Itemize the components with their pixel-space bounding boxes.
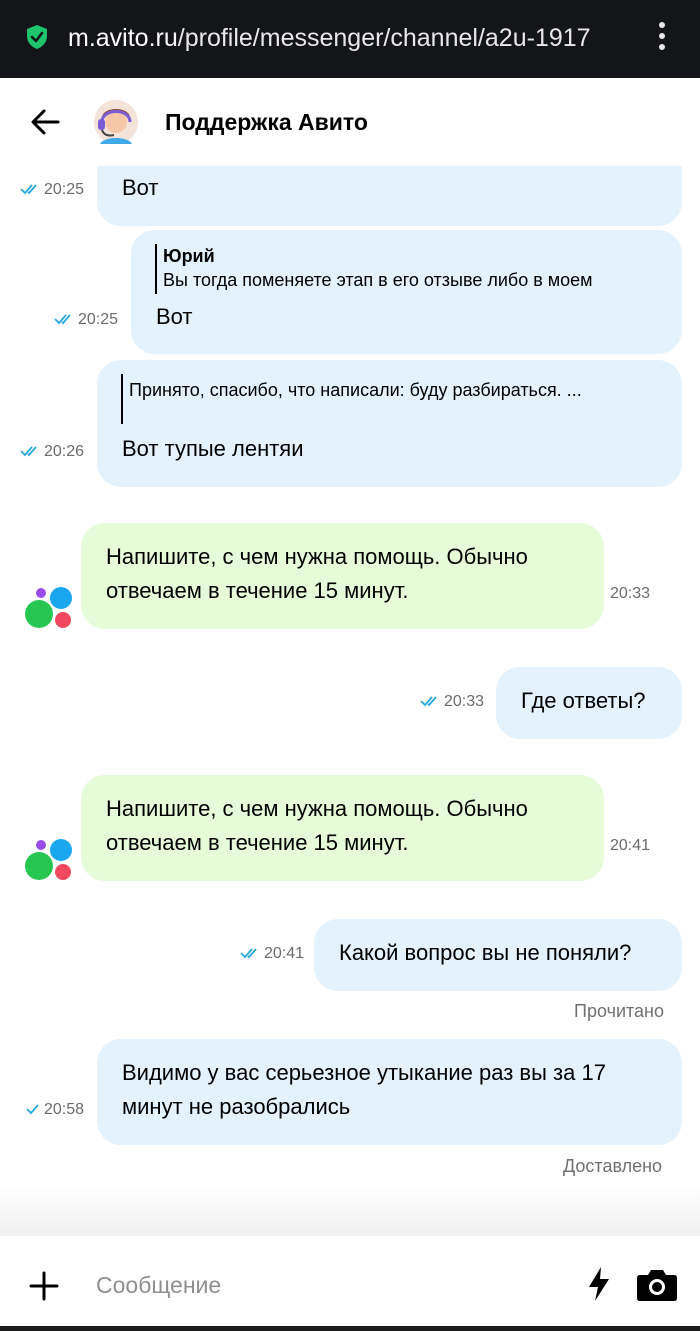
message-time: 20:58: [44, 1101, 85, 1118]
message-text-line2: отвечаем в течение 15 минут.: [106, 578, 409, 603]
composer-shadow: [0, 1186, 700, 1236]
quote-text: Вы тогда поменяете этап в его отзыве либ…: [163, 270, 593, 290]
delivery-status: Доставлено: [563, 1156, 663, 1176]
double-check-icon: [240, 948, 257, 959]
message-time: 20:26: [44, 443, 85, 460]
message-bubble[interactable]: Напишите, с чем нужна помощь. Обычно отв…: [81, 523, 604, 629]
back-arrow-icon[interactable]: [28, 106, 64, 138]
message-time: 20:25: [78, 311, 119, 328]
message-meta: 20:25: [54, 310, 118, 330]
message-text: Вот тупые лентяи: [122, 436, 304, 461]
message-meta: 20:33: [420, 692, 484, 712]
message-time: 20:25: [44, 181, 85, 198]
quote-text: Принято, спасибо, что написали: буду раз…: [129, 380, 582, 400]
reply-quote[interactable]: Юрий Вы тогда поменяете этап в его отзыв…: [155, 244, 593, 294]
system-nav-bar: [0, 1326, 700, 1331]
double-check-icon: [420, 696, 437, 707]
avito-logo-avatar: [25, 839, 72, 880]
message-bubble[interactable]: Напишите, с чем нужна помощь. Обычно отв…: [81, 775, 604, 881]
single-check-icon: [26, 1104, 39, 1115]
message-text: Какой вопрос вы не поняли?: [339, 940, 632, 965]
message-bubble[interactable]: Видимо у вас серьезное утыкание раз вы з…: [97, 1039, 682, 1145]
page-title: Поддержка Авито: [165, 109, 368, 135]
double-check-icon: [20, 446, 37, 457]
chat-header: Поддержка Авито: [0, 78, 700, 166]
message-input[interactable]: [96, 1266, 556, 1304]
message-list[interactable]: 20:25 Вот 20:25 Юрий Вы тогда поменяете …: [0, 166, 700, 1230]
message-bubble[interactable]: Принято, спасибо, что написали: буду раз…: [97, 360, 682, 487]
message-text-line1: Напишите, с чем нужна помощь. Обычно: [106, 796, 528, 821]
kebab-menu-icon[interactable]: [652, 22, 672, 54]
url-path: /profile/messenger/channel/a2u-1917: [177, 24, 591, 52]
url-host: m.avito.ru: [68, 24, 178, 52]
message-composer: [0, 1236, 700, 1331]
shield-check-icon[interactable]: [26, 24, 48, 50]
plus-icon[interactable]: [28, 1270, 60, 1302]
avito-logo-avatar: [25, 587, 72, 628]
support-agent-avatar[interactable]: [92, 98, 140, 146]
message-bubble[interactable]: Какой вопрос вы не поняли?: [314, 919, 682, 991]
double-check-icon: [20, 184, 37, 195]
message-text-line2: отвечаем в течение 15 минут.: [106, 830, 409, 855]
message-meta: 20:26: [20, 442, 84, 462]
message-meta: 20:41: [240, 944, 304, 964]
read-status: Прочитано: [574, 1001, 664, 1021]
message-text: Где ответы?: [521, 688, 646, 713]
message-text: Вот: [156, 304, 193, 329]
url-text[interactable]: m.avito.ru/profile/messenger/channel/a2u…: [68, 20, 640, 56]
lightning-icon[interactable]: [586, 1266, 612, 1302]
quote-author: Юрий: [163, 246, 215, 266]
browser-url-bar: m.avito.ru/profile/messenger/channel/a2u…: [0, 0, 700, 78]
camera-icon[interactable]: [636, 1268, 678, 1302]
reply-quote[interactable]: Принято, спасибо, что написали: буду раз…: [121, 374, 582, 424]
message-text: Вот: [122, 175, 159, 200]
message-bubble[interactable]: Юрий Вы тогда поменяете этап в его отзыв…: [131, 230, 682, 354]
message-text-line2: минут не разобрались: [122, 1094, 351, 1119]
message-meta: 20:58: [26, 1100, 84, 1120]
message-text-line1: Видимо у вас серьезное утыкание раз вы з…: [122, 1060, 606, 1085]
message-time: 20:33: [610, 585, 651, 602]
message-bubble[interactable]: Где ответы?: [496, 667, 682, 739]
message-text-line1: Напишите, с чем нужна помощь. Обычно: [106, 544, 528, 569]
message-time: 20:41: [264, 945, 305, 962]
message-time: 20:41: [610, 837, 651, 854]
message-time: 20:33: [444, 693, 485, 710]
message-bubble[interactable]: Вот: [97, 166, 682, 226]
double-check-icon: [54, 314, 71, 325]
message-meta: 20:25: [20, 180, 84, 200]
